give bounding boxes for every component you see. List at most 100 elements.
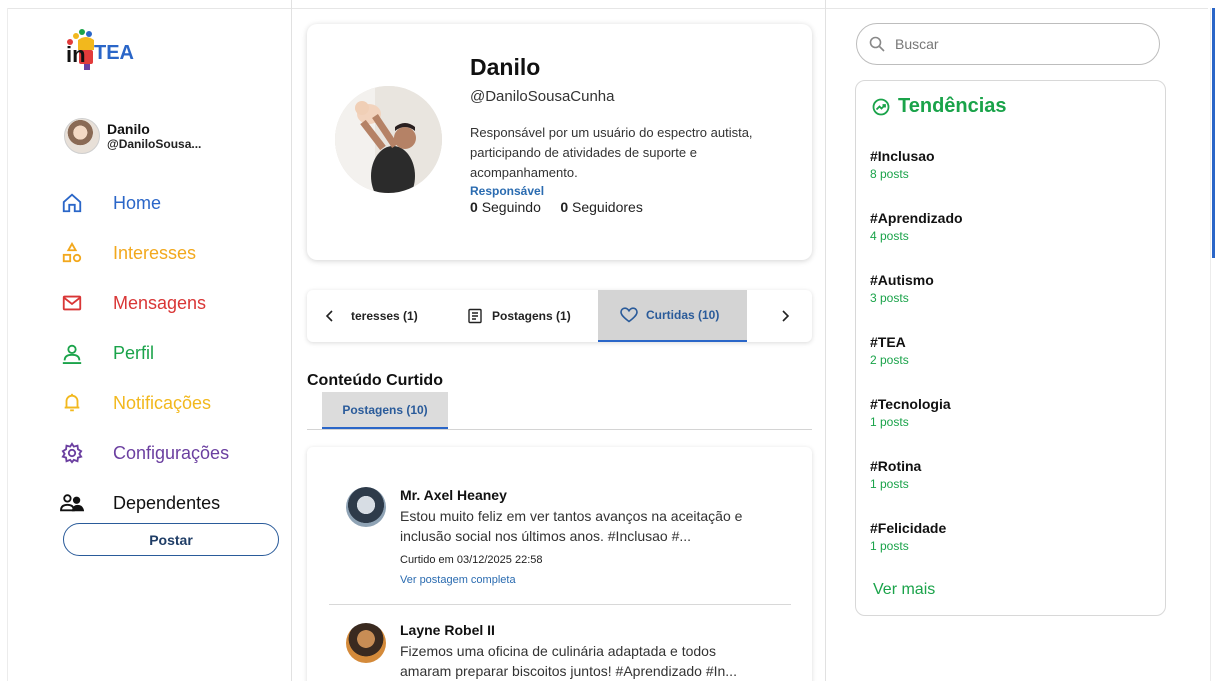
nav-item-dependentes[interactable]: Dependentes: [60, 478, 229, 528]
list-item[interactable]: Layne Robel II Fizemos uma oficina de cu…: [329, 605, 791, 681]
user-avatar[interactable]: [64, 118, 100, 154]
gear-icon: [60, 441, 84, 465]
bell-icon: [60, 391, 84, 415]
users-icon: [60, 491, 84, 515]
trend-tag: #Inclusao: [870, 148, 935, 164]
subtab-postagens[interactable]: Postagens (10): [322, 392, 448, 429]
tab-interesses[interactable]: teresses (1): [351, 290, 431, 342]
nav-label-notificacoes: Notificações: [113, 392, 212, 413]
nav-label-home: Home: [113, 192, 162, 213]
profile-role: Responsável: [470, 184, 545, 198]
trend-tag: #Rotina: [870, 458, 922, 474]
chevron-left-icon[interactable]: [318, 290, 342, 342]
trend-item[interactable]: #Aprendizado 4 posts: [870, 209, 963, 245]
tab-postagens-label: Postagens (1): [492, 309, 571, 323]
shapes-icon: [60, 241, 84, 265]
following-label: Seguindo: [481, 199, 541, 215]
view-full-post-link[interactable]: Ver postagem completa: [400, 574, 516, 586]
tab-interesses-label: teresses (1): [351, 309, 418, 323]
intea-logo[interactable]: in TEA: [62, 26, 152, 72]
post-button[interactable]: Postar: [63, 523, 279, 556]
trend-count: 8 posts: [870, 167, 909, 181]
scrollbar-track[interactable]: [1210, 8, 1211, 681]
profile-avatar[interactable]: [335, 86, 442, 193]
liked-content-title: Conteúdo Curtido: [307, 372, 443, 389]
right-sidebar: Tendências #Inclusao 8 posts #Aprendizad…: [827, 0, 1210, 681]
trend-item[interactable]: #Inclusao 8 posts: [870, 147, 935, 183]
author-avatar[interactable]: [346, 623, 386, 663]
main-nav: Home Interesses Mensagens Perfil Notific…: [60, 178, 229, 528]
trends-title: Tendências: [898, 95, 1007, 117]
trend-tag: #Felicidade: [870, 520, 947, 536]
liked-posts-feed: Mr. Axel Heaney Estou muito feliz em ver…: [307, 447, 812, 681]
list-item[interactable]: Mr. Axel Heaney Estou muito feliz em ver…: [329, 447, 791, 604]
search-icon: [869, 36, 885, 52]
profile-bio: Responsável por um usuário do espectro a…: [470, 125, 753, 180]
trend-tag: #TEA: [870, 334, 906, 350]
trends-header: Tendências: [872, 95, 1007, 118]
following-stat[interactable]: 0 Seguindo: [470, 199, 541, 215]
profile-handle: @DaniloSousaCunha: [470, 88, 615, 105]
trend-count: 4 posts: [870, 229, 909, 243]
see-more-link[interactable]: Ver mais: [873, 581, 935, 599]
svg-text:TEA: TEA: [94, 42, 134, 64]
sidebar: in TEA Danilo @DaniloSousa... Home Inter…: [0, 0, 292, 681]
nav-item-interesses[interactable]: Interesses: [60, 228, 229, 278]
nav-label-configuracoes: Configurações: [113, 442, 230, 463]
document-icon: [467, 308, 483, 324]
nav-label-dependentes: Dependentes: [113, 492, 221, 513]
following-count: 0: [470, 199, 478, 215]
nav-item-configuracoes[interactable]: Configurações: [60, 428, 229, 478]
post-text: Estou muito feliz em ver tantos avanços …: [400, 508, 743, 544]
tab-curtidas[interactable]: Curtidas (10): [598, 290, 747, 342]
search-box[interactable]: [856, 23, 1160, 65]
user-name: Danilo: [107, 121, 150, 137]
chevron-right-icon[interactable]: [773, 290, 797, 342]
trend-count: 1 posts: [870, 539, 909, 553]
search-input[interactable]: [895, 36, 1135, 52]
trend-tag: #Autismo: [870, 272, 934, 288]
trend-item[interactable]: #Rotina 1 posts: [870, 457, 921, 493]
heart-icon: [620, 307, 638, 323]
app-page: in TEA Danilo @DaniloSousa... Home Inter…: [0, 0, 1216, 681]
post-author[interactable]: Mr. Axel Heaney: [400, 487, 507, 503]
tab-postagens[interactable]: Postagens (1): [467, 290, 597, 342]
nav-item-mensagens[interactable]: Mensagens: [60, 278, 229, 328]
post-liked-date: Curtido em 03/12/2025 22:58: [400, 554, 543, 566]
trend-tag: #Tecnologia: [870, 396, 951, 412]
trend-count: 1 posts: [870, 477, 909, 491]
followers-count: 0: [560, 199, 569, 215]
profile-tabs: teresses (1) Postagens (1) Curtidas (10): [307, 290, 812, 342]
tab-curtidas-label: Curtidas (10): [646, 308, 720, 322]
trend-count: 1 posts: [870, 415, 909, 429]
followers-label: Seguidores: [572, 199, 643, 215]
trend-tag: #Aprendizado: [870, 210, 963, 226]
trend-item[interactable]: #Felicidade 1 posts: [870, 519, 946, 555]
nav-label-interesses: Interesses: [113, 242, 197, 263]
trends-card: Tendências #Inclusao 8 posts #Aprendizad…: [855, 80, 1166, 616]
trend-item[interactable]: #TEA 2 posts: [870, 333, 909, 369]
followers-stat[interactable]: 0 Seguidores: [560, 199, 643, 215]
profile-card: Danilo @DaniloSousaCunha Responsável por…: [307, 24, 812, 260]
nav-item-home[interactable]: Home: [60, 178, 229, 228]
trending-icon: [872, 98, 890, 116]
profile-follow-stats: 0 Seguindo 0 Seguidores: [470, 199, 643, 215]
nav-label-perfil: Perfil: [113, 342, 155, 363]
nav-label-mensagens: Mensagens: [113, 292, 207, 313]
user-icon: [60, 341, 84, 365]
post-text: Fizemos uma oficina de culinária adaptad…: [400, 643, 737, 679]
mail-icon: [60, 291, 84, 315]
nav-item-notificacoes[interactable]: Notificações: [60, 378, 229, 428]
nav-item-perfil[interactable]: Perfil: [60, 328, 229, 378]
main-content: Danilo @DaniloSousaCunha Responsável por…: [293, 0, 826, 681]
post-author[interactable]: Layne Robel II: [400, 622, 495, 638]
scrollbar-thumb[interactable]: [1212, 8, 1215, 258]
current-user[interactable]: Danilo @DaniloSousa...: [64, 118, 201, 154]
trend-count: 3 posts: [870, 291, 909, 305]
author-avatar[interactable]: [346, 487, 386, 527]
trend-item[interactable]: #Tecnologia 1 posts: [870, 395, 951, 431]
user-handle: @DaniloSousa...: [107, 137, 202, 151]
home-icon: [60, 191, 84, 215]
trend-item[interactable]: #Autismo 3 posts: [870, 271, 934, 307]
subtab-divider: [307, 429, 812, 430]
